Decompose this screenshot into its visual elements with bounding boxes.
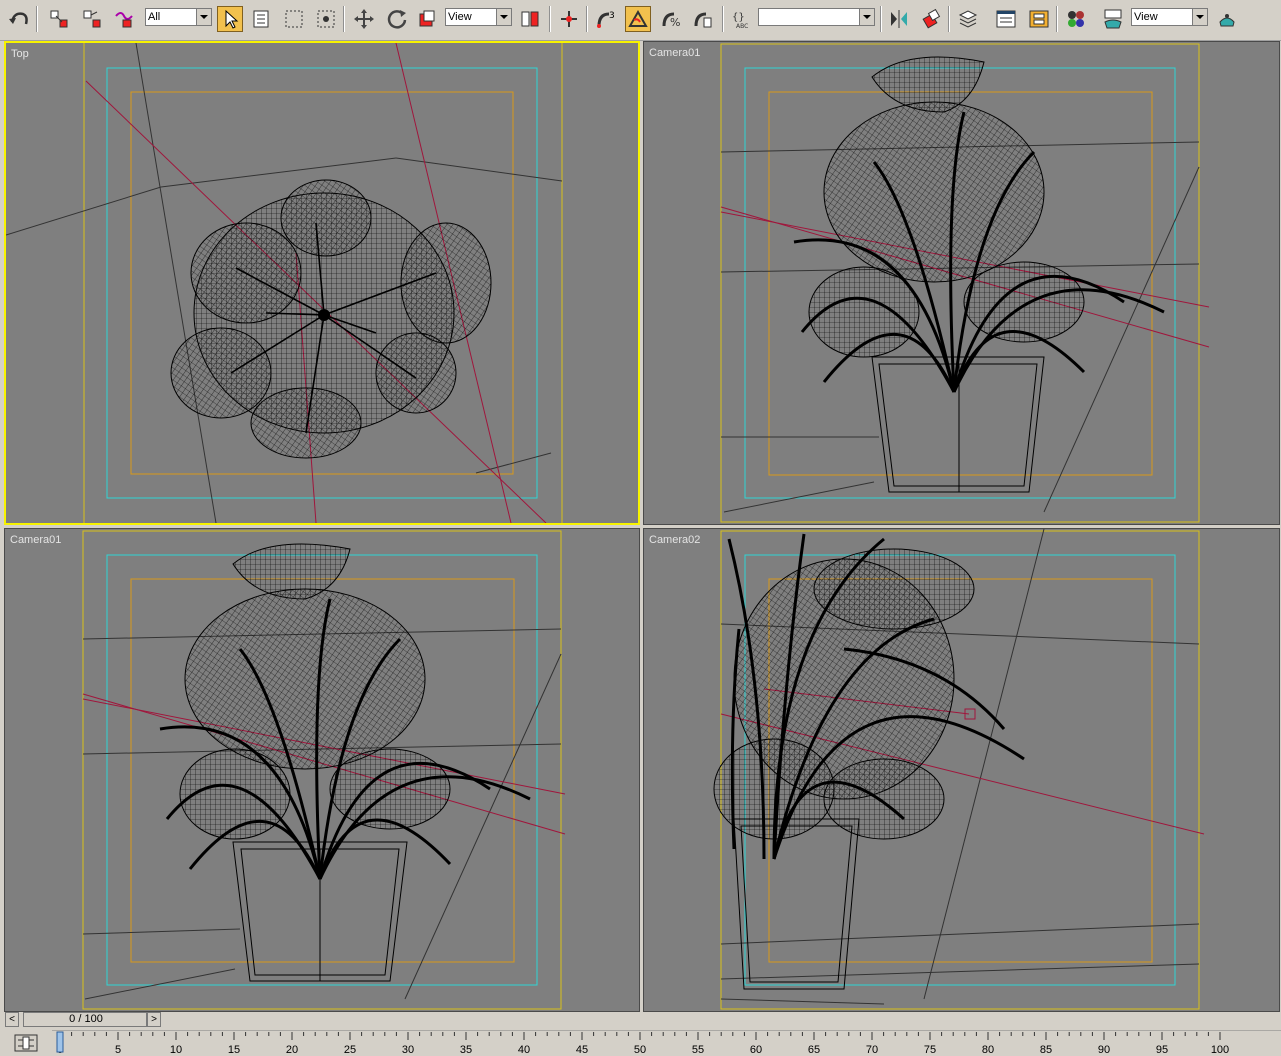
unlink-selection-icon[interactable] xyxy=(79,6,105,32)
track-bar[interactable]: 0510152025303540455055606570758085909510… xyxy=(52,1030,1281,1056)
spinner-snap-icon[interactable] xyxy=(690,6,716,32)
schematic-view-icon[interactable] xyxy=(1026,6,1052,32)
track-bar-tick-label: 30 xyxy=(402,1044,414,1056)
current-frame-marker[interactable] xyxy=(56,1031,64,1053)
render-type-dropdown[interactable]: View xyxy=(1131,8,1208,26)
track-bar-tick-label: 55 xyxy=(692,1044,704,1056)
track-bar-tick-label: 10 xyxy=(170,1044,182,1056)
bind-to-space-warp-icon[interactable] xyxy=(111,6,137,32)
track-bar-tick-label: 60 xyxy=(750,1044,762,1056)
svg-text:{}: {} xyxy=(732,12,745,23)
curve-editor-icon[interactable] xyxy=(993,6,1019,32)
viewport-top[interactable]: Top xyxy=(4,41,640,525)
render-scene-icon[interactable] xyxy=(1100,6,1126,32)
track-bar-tick-label: 15 xyxy=(228,1044,240,1056)
svg-text:ABC: ABC xyxy=(736,23,748,30)
main-toolbar: All View 3 % {} ABC View xyxy=(0,0,1281,41)
viewport-label[interactable]: Top xyxy=(11,48,29,60)
select-and-manipulate-icon[interactable] xyxy=(556,6,582,32)
viewport-camera02-scene xyxy=(713,529,1205,1010)
named-selection-sets-dropdown[interactable] xyxy=(758,8,875,26)
track-bar-tick-label: 5 xyxy=(115,1044,121,1056)
undo-icon[interactable] xyxy=(6,6,32,32)
svg-text:%: % xyxy=(670,16,680,29)
rectangular-selection-region-icon[interactable] xyxy=(281,6,307,32)
viewport-camera01-left[interactable]: Camera01 xyxy=(4,528,640,1012)
time-slider-next-button[interactable]: > xyxy=(147,1012,161,1027)
track-bar-tick-label: 25 xyxy=(344,1044,356,1056)
viewport-camera01-right-scene xyxy=(720,43,1210,523)
select-object-icon[interactable] xyxy=(217,6,243,32)
viewport-camera01-left-scene xyxy=(82,530,566,1010)
track-bar-tick-label: 70 xyxy=(866,1044,878,1056)
angle-snap-toggle-icon[interactable] xyxy=(625,6,651,32)
select-and-scale-icon[interactable] xyxy=(415,6,441,32)
quick-render-icon[interactable] xyxy=(1214,6,1240,32)
snaps-toggle-icon[interactable]: 3 xyxy=(593,6,619,32)
viewport-label[interactable]: Camera02 xyxy=(649,534,700,546)
viewport-top-scene xyxy=(6,43,563,523)
track-bar-tick-label: 35 xyxy=(460,1044,472,1056)
track-bar-tick-label: 85 xyxy=(1040,1044,1052,1056)
selection-filter-dropdown[interactable]: All xyxy=(145,8,212,26)
track-bar-tick-label: 95 xyxy=(1156,1044,1168,1056)
select-and-move-icon[interactable] xyxy=(351,6,377,32)
track-bar-tick-label: 40 xyxy=(518,1044,530,1056)
track-bar-toggle-icon[interactable] xyxy=(14,1034,38,1052)
time-slider-prev-button[interactable]: < xyxy=(5,1012,19,1027)
select-and-link-icon[interactable] xyxy=(46,6,72,32)
viewport-camera02[interactable]: Camera02 xyxy=(643,528,1280,1012)
track-bar-tick-label: 90 xyxy=(1098,1044,1110,1056)
select-and-rotate-icon[interactable] xyxy=(384,6,410,32)
window-crossing-icon[interactable] xyxy=(313,6,339,32)
align-icon[interactable] xyxy=(918,6,944,32)
viewport-label[interactable]: Camera01 xyxy=(10,534,61,546)
track-bar-tick-label: 50 xyxy=(634,1044,646,1056)
layer-manager-icon[interactable] xyxy=(955,6,981,32)
track-bar-tick-label: 80 xyxy=(982,1044,994,1056)
time-slider-thumb[interactable]: 0 / 100 xyxy=(24,1013,148,1026)
select-by-name-icon[interactable] xyxy=(249,6,275,32)
track-bar-tick-label: 45 xyxy=(576,1044,588,1056)
time-slider[interactable]: < 0 / 100 > xyxy=(5,1012,161,1028)
use-pivot-point-center-icon[interactable] xyxy=(517,6,543,32)
track-bar-tick-label: 75 xyxy=(924,1044,936,1056)
track-bar-tick-label: 65 xyxy=(808,1044,820,1056)
reference-coordinate-dropdown[interactable]: View xyxy=(445,8,512,26)
viewport-camera01-right[interactable]: Camera01 xyxy=(643,41,1280,525)
track-bar-tick-label: 100 xyxy=(1211,1044,1229,1056)
time-slider-track[interactable]: 0 / 100 xyxy=(23,1012,147,1027)
material-editor-icon[interactable] xyxy=(1063,6,1089,32)
edit-named-selection-icon[interactable]: {} ABC xyxy=(728,6,754,32)
mirror-icon[interactable] xyxy=(886,6,912,32)
viewport-label[interactable]: Camera01 xyxy=(649,47,700,59)
track-bar-tick-label: 20 xyxy=(286,1044,298,1056)
percent-snap-icon[interactable]: % xyxy=(658,6,684,32)
svg-text:3: 3 xyxy=(609,11,615,21)
